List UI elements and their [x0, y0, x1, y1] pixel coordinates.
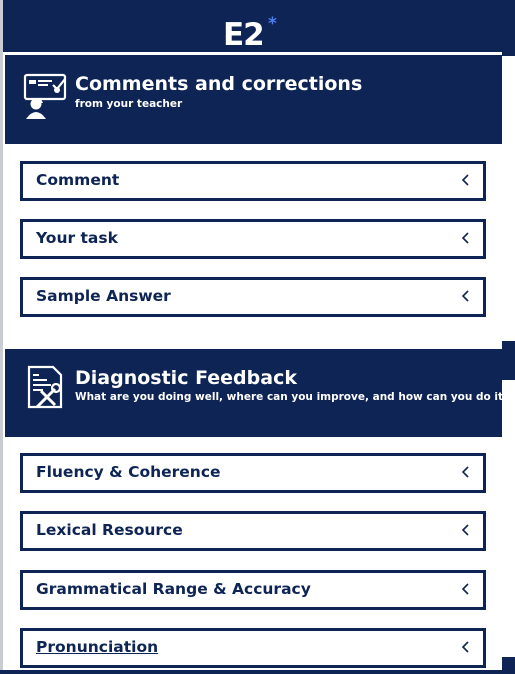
e2-logo[interactable]: E2 [223, 20, 265, 51]
accordion-pronunciation[interactable]: Pronunciation [20, 628, 486, 668]
chevron-left-icon [461, 524, 469, 536]
chevron-left-icon [461, 583, 469, 595]
accordion-label: Your task [36, 229, 118, 247]
right-edge-top [502, 0, 515, 56]
right-notch [502, 341, 515, 349]
chevron-left-icon [461, 290, 469, 302]
chevron-left-icon [461, 466, 469, 478]
accordion-label: Pronunciation [36, 638, 159, 656]
bottom-edge [0, 670, 515, 674]
chevron-left-icon [461, 641, 469, 653]
logo-star-icon: * [268, 14, 277, 34]
accordion-sample-answer[interactable]: Sample Answer [20, 277, 486, 317]
section-subtitle: from your teacher [75, 98, 183, 110]
accordion-label: Grammatical Range & Accuracy [36, 580, 311, 598]
section-subtitle: What are you doing well, where can you i… [75, 391, 510, 403]
accordion-label: Fluency & Coherence [36, 463, 221, 481]
accordion-label: Sample Answer [36, 287, 171, 305]
accordion-fluency-coherence[interactable]: Fluency & Coherence [20, 453, 486, 493]
left-edge [0, 0, 3, 674]
accordion-label: Lexical Resource [36, 521, 183, 539]
accordion-lexical-resource[interactable]: Lexical Resource [20, 511, 486, 551]
chevron-left-icon [461, 232, 469, 244]
section-title: Comments and corrections [75, 73, 363, 95]
accordion-your-task[interactable]: Your task [20, 219, 486, 259]
right-notch [502, 349, 515, 380]
accordion-grammatical-range-accuracy[interactable]: Grammatical Range & Accuracy [20, 570, 486, 610]
section-title: Diagnostic Feedback [75, 367, 297, 389]
chevron-left-icon [461, 174, 469, 186]
accordion-comment[interactable]: Comment [20, 161, 486, 201]
accordion-label: Comment [36, 171, 120, 189]
diagnostic-report-icon [27, 365, 63, 409]
section-banner-diagnostic: Diagnostic Feedback What are you doing w… [5, 349, 509, 437]
teacher-feedback-icon [23, 73, 67, 119]
section-banner-comments: Comments and corrections from your teach… [5, 55, 502, 144]
